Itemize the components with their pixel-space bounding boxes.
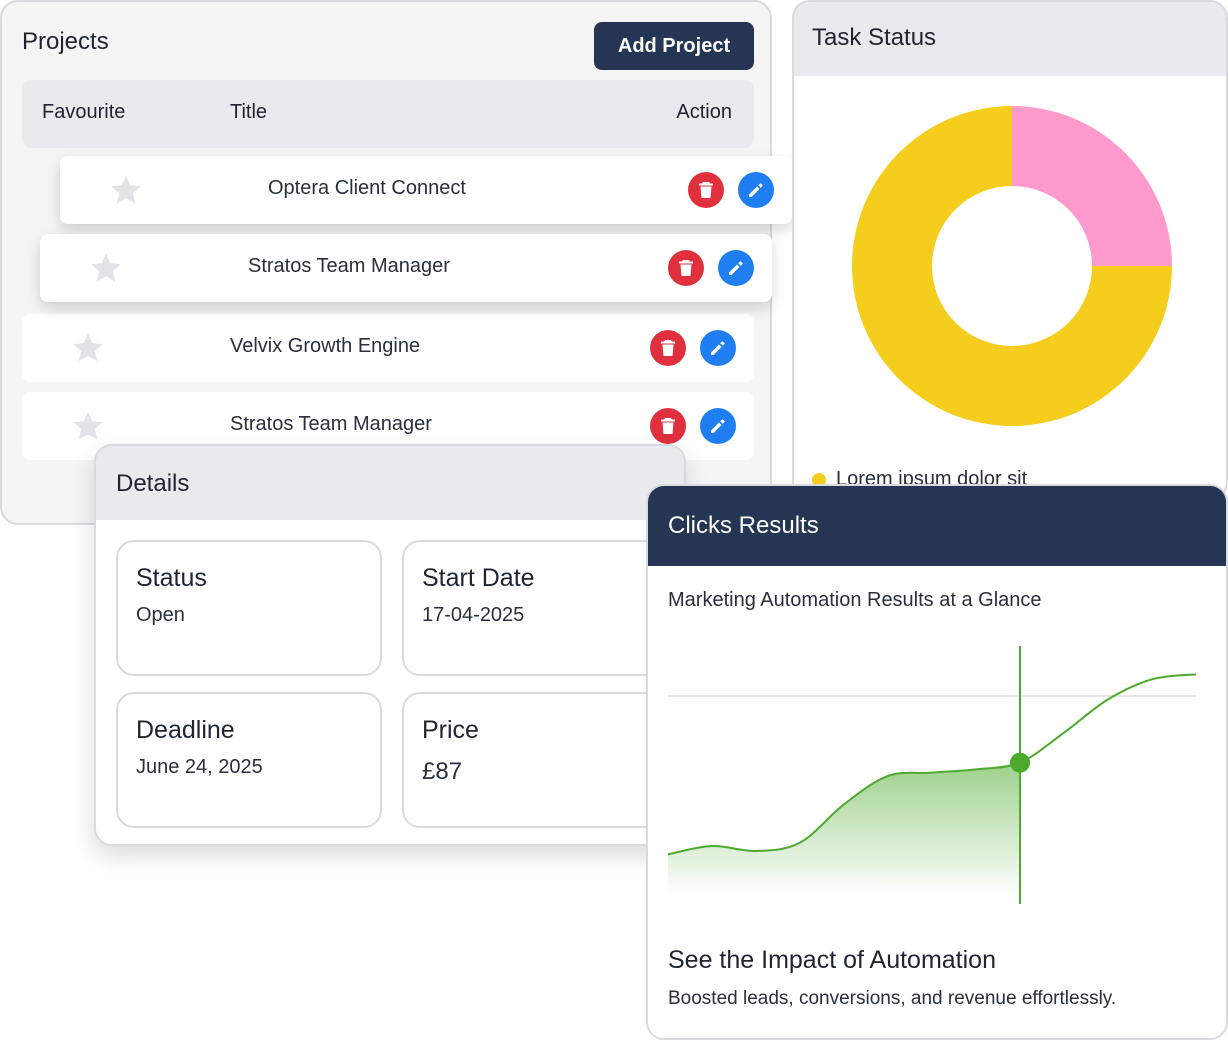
task-status-title: Task Status: [812, 24, 937, 51]
status-value: Open: [136, 604, 185, 626]
clicks-results-card: Clicks Results Marketing Automation Resu…: [646, 484, 1228, 1040]
column-header-title: Title: [230, 101, 268, 123]
trash-icon: [699, 182, 713, 198]
table-row[interactable]: Velvix Growth Engine: [22, 314, 754, 382]
delete-button[interactable]: [668, 250, 704, 286]
project-title: Optera Client Connect: [268, 177, 466, 199]
start-date-label: Start Date: [422, 564, 535, 592]
star-icon[interactable]: [108, 172, 144, 208]
table-row[interactable]: Stratos Team Manager: [40, 234, 772, 302]
project-title: Stratos Team Manager: [230, 413, 432, 435]
details-card: Details Status Open Start Date 17-04-202…: [94, 444, 686, 846]
edit-button[interactable]: [718, 250, 754, 286]
deadline-box: Deadline June 24, 2025: [116, 692, 382, 828]
projects-title: Projects: [22, 28, 109, 55]
delete-button[interactable]: [688, 172, 724, 208]
project-title: Stratos Team Manager: [248, 255, 450, 277]
details-header: Details: [96, 446, 684, 520]
price-label: Price: [422, 716, 479, 744]
pencil-icon: [711, 341, 725, 355]
start-date-box: Start Date 17-04-2025: [402, 540, 668, 676]
edit-button[interactable]: [738, 172, 774, 208]
status-label: Status: [136, 564, 207, 592]
price-value: £87: [422, 758, 463, 785]
table-row[interactable]: Optera Client Connect: [60, 156, 792, 224]
pencil-icon: [711, 419, 725, 433]
price-box: Price £87: [402, 692, 668, 828]
projects-table-header: Favourite Title Action: [22, 80, 754, 148]
clicks-results-header: Clicks Results: [648, 486, 1226, 566]
clicks-results-title: Clicks Results: [668, 512, 819, 539]
task-status-card: Task Status Lorem ipsum dolor sit: [792, 0, 1228, 500]
impact-description: Boosted leads, conversions, and revenue …: [668, 988, 1117, 1009]
deadline-label: Deadline: [136, 716, 235, 744]
series-area: [668, 762, 1020, 896]
start-date-value: 17-04-2025: [422, 604, 525, 626]
column-header-action: Action: [676, 101, 732, 123]
column-header-favourite: Favourite: [42, 101, 126, 123]
trash-icon: [661, 418, 675, 434]
clicks-results-subtitle: Marketing Automation Results at a Glance: [668, 589, 1042, 611]
donut-slice: [1012, 106, 1172, 266]
edit-button[interactable]: [700, 330, 736, 366]
impact-heading: See the Impact of Automation: [668, 946, 996, 974]
task-status-header: Task Status: [794, 2, 1226, 76]
details-title: Details: [116, 470, 190, 497]
star-icon[interactable]: [70, 408, 106, 444]
deadline-value: June 24, 2025: [136, 756, 263, 778]
delete-button[interactable]: [650, 330, 686, 366]
clicks-line-chart: [667, 646, 1197, 904]
edit-button[interactable]: [700, 408, 736, 444]
trash-icon: [679, 260, 693, 276]
add-project-button[interactable]: Add Project: [594, 22, 754, 70]
project-title: Velvix Growth Engine: [230, 335, 421, 357]
delete-button[interactable]: [650, 408, 686, 444]
pencil-icon: [729, 261, 743, 275]
pencil-icon: [749, 183, 763, 197]
status-box: Status Open: [116, 540, 382, 676]
donut-chart: [852, 106, 1172, 426]
trash-icon: [661, 340, 675, 356]
star-icon[interactable]: [88, 250, 124, 286]
star-icon[interactable]: [70, 330, 106, 366]
data-point-highlight[interactable]: [1010, 752, 1030, 773]
